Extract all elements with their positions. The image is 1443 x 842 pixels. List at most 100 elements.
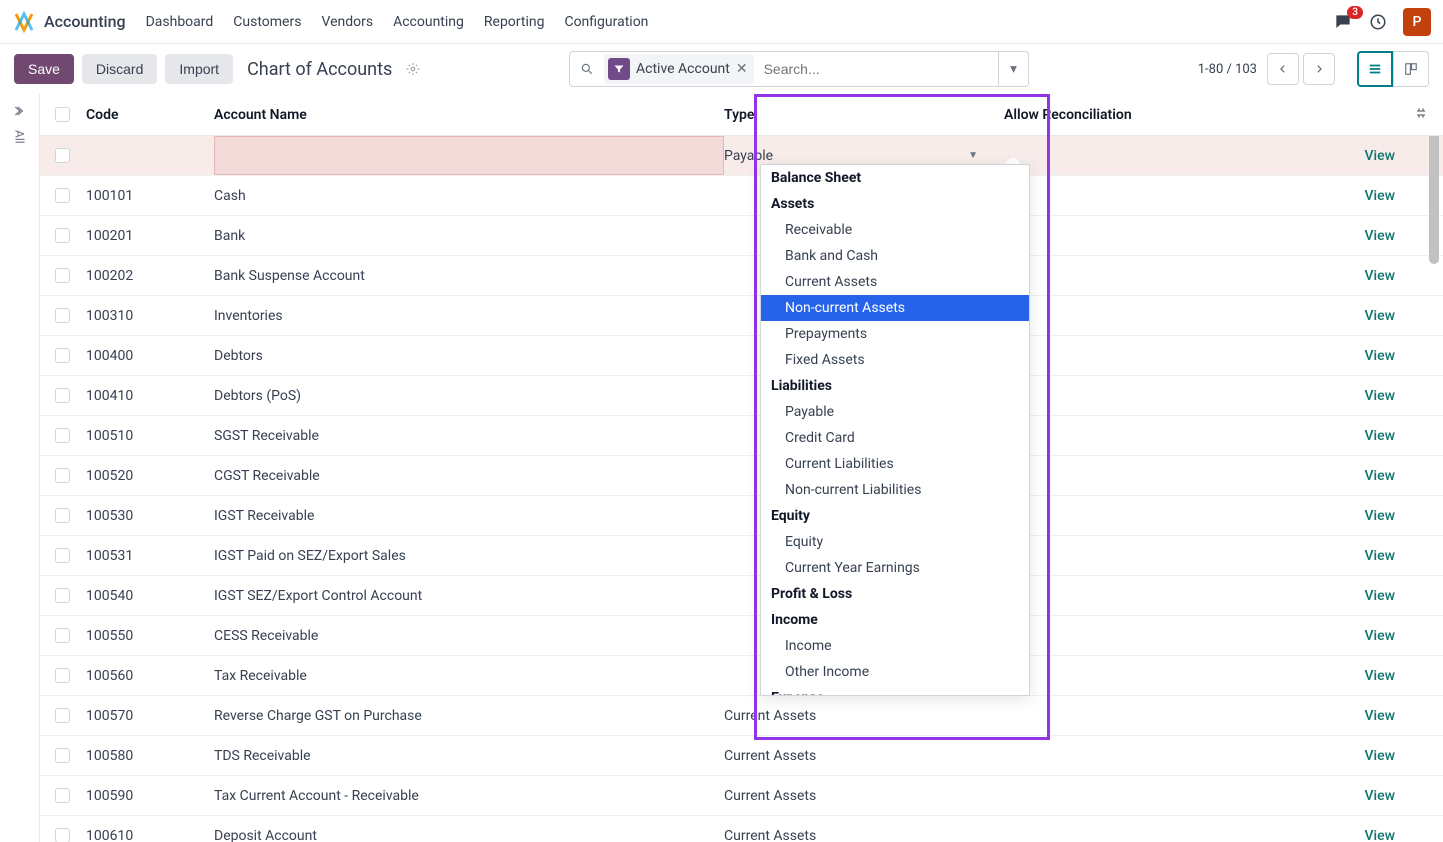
dropdown-item[interactable]: Equity (761, 529, 1029, 555)
table-row[interactable]: 100540IGST SEZ/Export Control AccountVie… (40, 576, 1443, 616)
table-row[interactable]: 100410Debtors (PoS)View (40, 376, 1443, 416)
column-settings-icon[interactable] (1413, 105, 1429, 121)
table-row[interactable]: 100400DebtorsView (40, 336, 1443, 376)
row-checkbox[interactable] (55, 428, 70, 443)
view-link[interactable]: View (1365, 428, 1396, 444)
dropdown-item[interactable]: Current Year Earnings (761, 555, 1029, 581)
search-dropdown-button[interactable]: ▾ (999, 51, 1029, 87)
dropdown-item[interactable]: Credit Card (761, 425, 1029, 451)
nav-reporting[interactable]: Reporting (484, 14, 545, 30)
view-link[interactable]: View (1365, 828, 1396, 842)
row-checkbox[interactable] (55, 588, 70, 603)
import-button[interactable]: Import (165, 54, 233, 84)
view-link[interactable]: View (1365, 748, 1396, 764)
dropdown-item[interactable]: Non-current Assets (761, 295, 1029, 321)
table-row[interactable]: 100560Tax ReceivableView (40, 656, 1443, 696)
view-link[interactable]: View (1365, 508, 1396, 524)
row-checkbox[interactable] (55, 788, 70, 803)
filter-chip-remove-icon[interactable]: ✕ (736, 61, 748, 77)
dropdown-item[interactable]: Current Liabilities (761, 451, 1029, 477)
dropdown-item[interactable]: Bank and Cash (761, 243, 1029, 269)
dropdown-item[interactable]: Income (761, 633, 1029, 659)
scrollbar[interactable] (1427, 94, 1441, 842)
view-link[interactable]: View (1365, 268, 1396, 284)
table-row[interactable]: 100101CashView (40, 176, 1443, 216)
view-link[interactable]: View (1365, 708, 1396, 724)
dropdown-item[interactable]: Current Assets (761, 269, 1029, 295)
view-link[interactable]: View (1365, 148, 1396, 164)
view-link[interactable]: View (1365, 388, 1396, 404)
table-row[interactable]: 100580TDS ReceivableCurrent AssetsView (40, 736, 1443, 776)
row-checkbox[interactable] (55, 188, 70, 203)
view-link[interactable]: View (1365, 668, 1396, 684)
table-row[interactable]: 100590Tax Current Account - ReceivableCu… (40, 776, 1443, 816)
table-row[interactable]: 100610Deposit AccountCurrent AssetsView (40, 816, 1443, 842)
row-checkbox[interactable] (55, 268, 70, 283)
side-all-label[interactable]: All (13, 130, 27, 144)
row-checkbox[interactable] (55, 828, 70, 842)
filter-chip-active-account[interactable]: Active Account ✕ (604, 54, 754, 84)
nav-dashboard[interactable]: Dashboard (146, 14, 214, 30)
row-checkbox[interactable] (55, 468, 70, 483)
nav-configuration[interactable]: Configuration (564, 14, 648, 30)
nav-vendors[interactable]: Vendors (321, 14, 373, 30)
table-row[interactable]: 100202Bank Suspense AccountView (40, 256, 1443, 296)
col-header-type[interactable]: Type (724, 107, 1004, 123)
view-link[interactable]: View (1365, 188, 1396, 204)
table-row[interactable]: 100570Reverse Charge GST on PurchaseCurr… (40, 696, 1443, 736)
save-button[interactable]: Save (14, 54, 74, 84)
row-checkbox[interactable] (55, 388, 70, 403)
view-link[interactable]: View (1365, 348, 1396, 364)
view-link[interactable]: View (1365, 548, 1396, 564)
table-row[interactable]: 100201BankView (40, 216, 1443, 256)
row-checkbox[interactable] (55, 348, 70, 363)
table-row[interactable]: 100550CESS ReceivableView (40, 616, 1443, 656)
messages-icon[interactable]: 3 (1333, 12, 1353, 32)
row-checkbox[interactable] (55, 708, 70, 723)
dropdown-item[interactable]: Prepayments (761, 321, 1029, 347)
nav-customers[interactable]: Customers (233, 14, 301, 30)
view-link[interactable]: View (1365, 588, 1396, 604)
view-link[interactable]: View (1365, 308, 1396, 324)
col-header-code[interactable]: Code (84, 107, 214, 123)
page-prev-button[interactable] (1267, 53, 1299, 85)
table-row-editing[interactable]: Payable ▼ View (40, 136, 1443, 176)
row-checkbox[interactable] (55, 508, 70, 523)
row-checkbox[interactable] (55, 748, 70, 763)
page-next-button[interactable] (1303, 53, 1335, 85)
type-dropdown[interactable]: Balance SheetAssetsReceivableBank and Ca… (760, 164, 1030, 696)
expand-side-icon[interactable] (13, 104, 27, 118)
row-checkbox[interactable] (55, 308, 70, 323)
table-row[interactable]: 100531IGST Paid on SEZ/Export SalesView (40, 536, 1443, 576)
table-row[interactable]: 100310InventoriesView (40, 296, 1443, 336)
dropdown-item[interactable]: Receivable (761, 217, 1029, 243)
user-avatar[interactable]: P (1403, 8, 1431, 36)
view-link[interactable]: View (1365, 468, 1396, 484)
row-checkbox[interactable] (55, 148, 70, 163)
app-title[interactable]: Accounting (44, 12, 126, 31)
table-row[interactable]: 100510SGST ReceivableView (40, 416, 1443, 456)
dropdown-item[interactable]: Other Income (761, 659, 1029, 685)
list-view-button[interactable] (1357, 51, 1393, 87)
activity-icon[interactable] (1369, 13, 1387, 31)
discard-button[interactable]: Discard (82, 54, 157, 84)
view-link[interactable]: View (1365, 628, 1396, 644)
kanban-view-button[interactable] (1393, 51, 1429, 87)
dropdown-item[interactable]: Fixed Assets (761, 347, 1029, 373)
row-checkbox[interactable] (55, 548, 70, 563)
account-name-input[interactable] (214, 136, 724, 175)
gear-icon[interactable] (406, 62, 420, 76)
col-header-recon[interactable]: Allow Reconciliation (1004, 107, 1304, 123)
row-checkbox[interactable] (55, 228, 70, 243)
select-all-checkbox[interactable] (55, 107, 70, 122)
col-header-name[interactable]: Account Name (214, 107, 724, 123)
search-box[interactable]: Active Account ✕ (569, 51, 999, 87)
dropdown-item[interactable]: Payable (761, 399, 1029, 425)
table-row[interactable]: 100530IGST ReceivableView (40, 496, 1443, 536)
dropdown-item[interactable]: Non-current Liabilities (761, 477, 1029, 503)
view-link[interactable]: View (1365, 788, 1396, 804)
table-row[interactable]: 100520CGST ReceivableView (40, 456, 1443, 496)
search-input[interactable] (760, 57, 998, 81)
nav-accounting[interactable]: Accounting (393, 14, 464, 30)
row-checkbox[interactable] (55, 628, 70, 643)
